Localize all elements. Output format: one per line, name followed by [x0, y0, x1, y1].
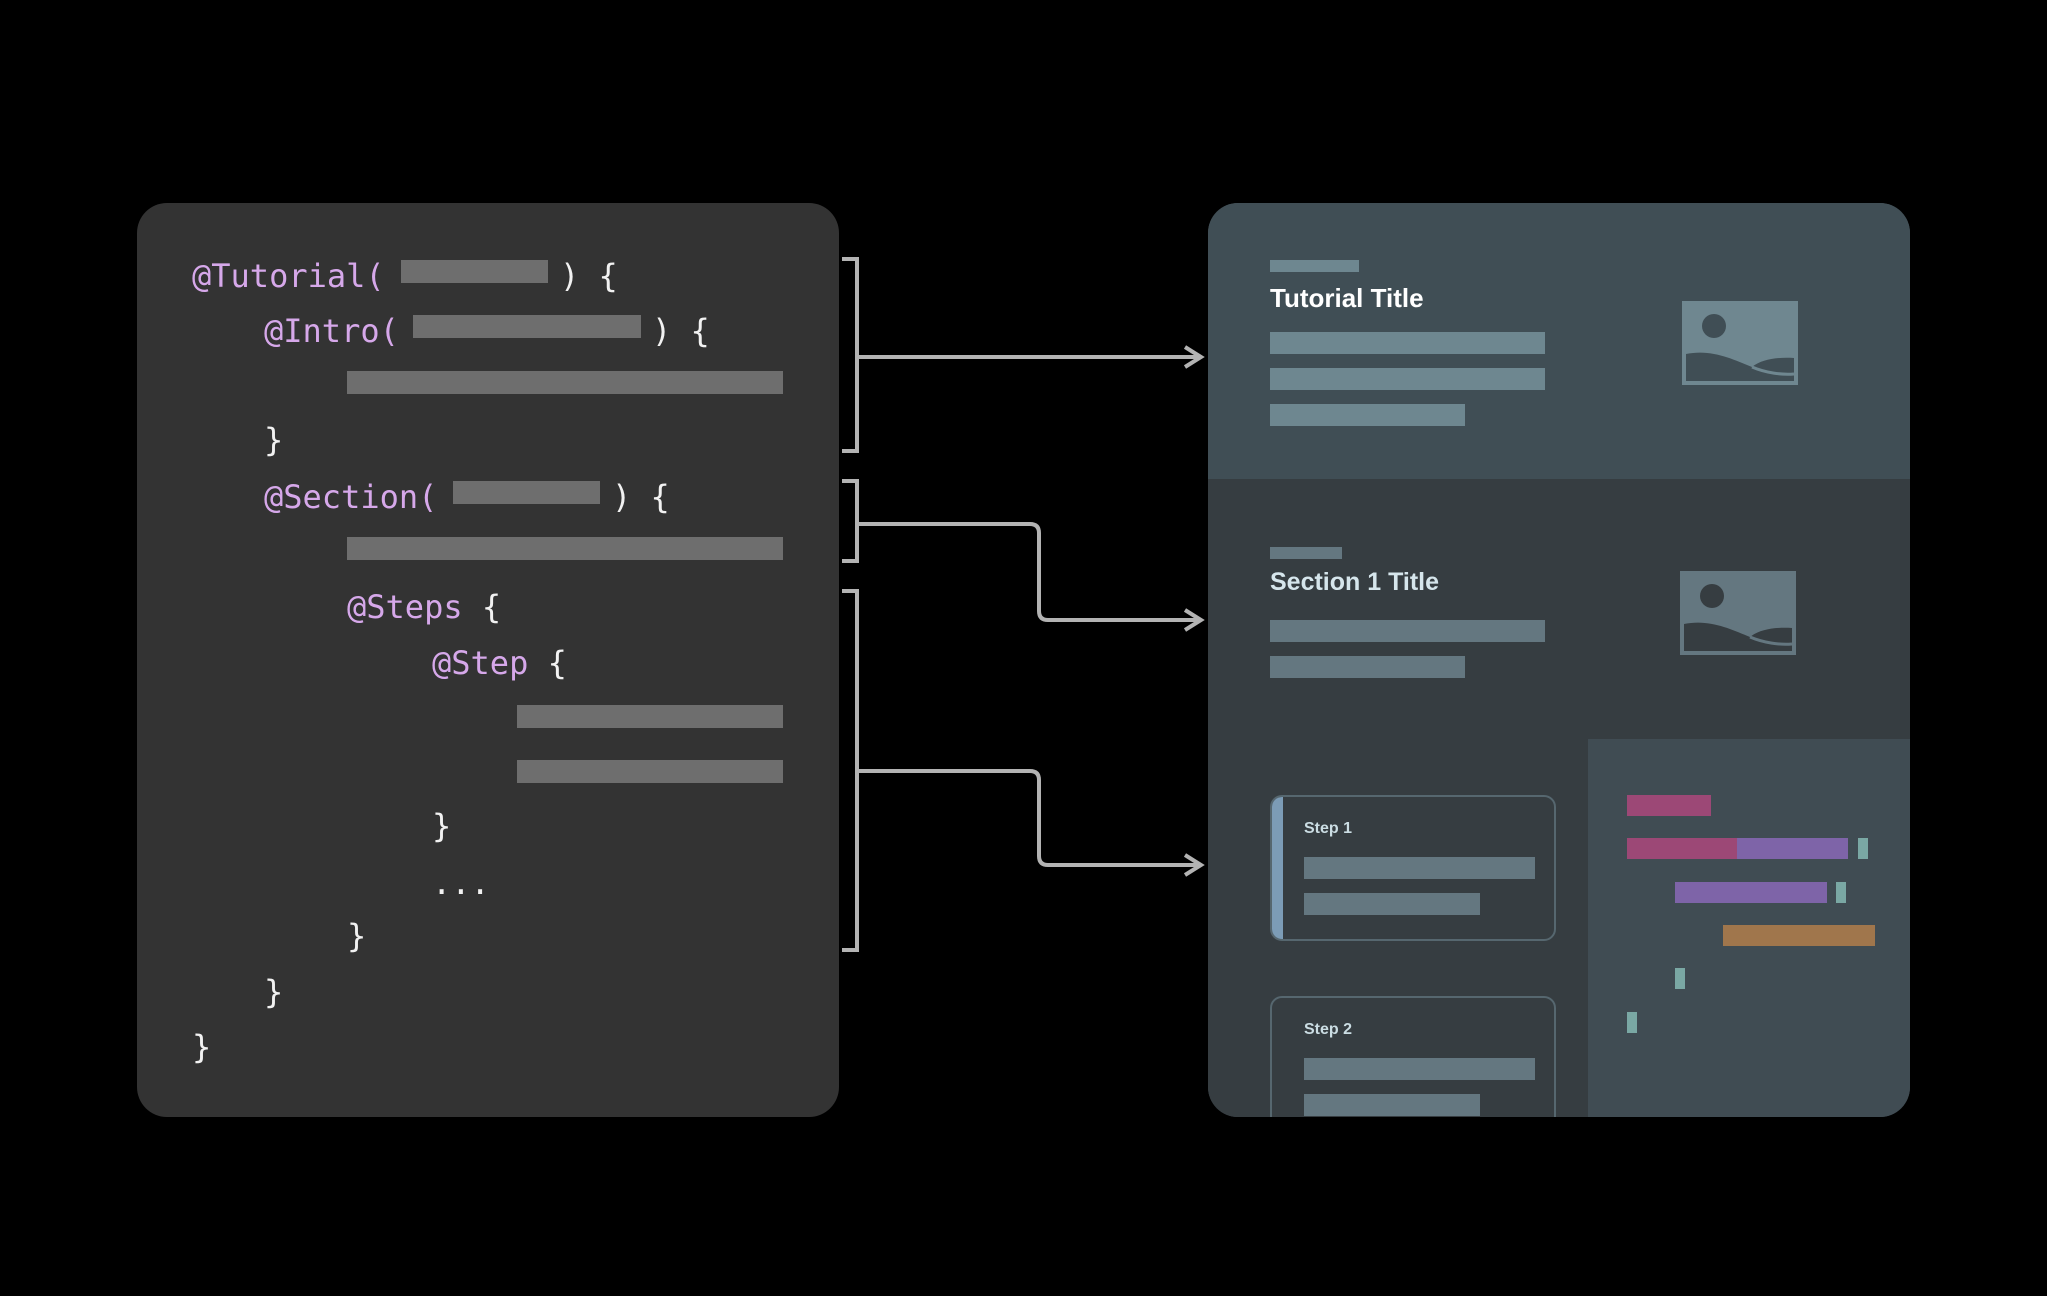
code-token-8 [1675, 968, 1685, 989]
intro-text-line-1 [1270, 332, 1545, 354]
section-title: Section 1 Title [1270, 568, 1440, 596]
code-preview-column [1588, 739, 1910, 1117]
step-1-text-line-1 [1304, 857, 1535, 879]
step-card-2[interactable]: Step 2 [1270, 996, 1556, 1117]
intro-text-line-2 [1270, 368, 1545, 390]
section-text-line-2 [1270, 656, 1465, 678]
rendered-tutorial-panel: Tutorial Title Section 1 Title Step 1 St… [1208, 203, 1910, 1117]
step-2-text-line-1 [1304, 1058, 1535, 1080]
code-token-1 [1627, 795, 1711, 816]
code-token-6 [1836, 882, 1846, 903]
intro-bracket [842, 257, 859, 453]
steps-column: Step 1 Step 2 [1208, 739, 1588, 1117]
step-1-text-line-2 [1304, 893, 1480, 915]
section-text-line-1 [1270, 620, 1545, 642]
image-placeholder-icon [1682, 301, 1798, 385]
code-token-4 [1858, 838, 1868, 859]
step-2-label: Step 2 [1304, 1021, 1353, 1038]
code-token-2 [1627, 838, 1737, 859]
active-step-indicator [1272, 797, 1283, 939]
section-eyebrow-placeholder [1270, 547, 1342, 559]
section-arrow-line [857, 522, 1198, 622]
step-2-text-line-2 [1304, 1094, 1480, 1116]
intro-eyebrow-placeholder [1270, 260, 1359, 272]
step-card-1[interactable]: Step 1 [1270, 795, 1556, 941]
step-1-label: Step 1 [1304, 820, 1353, 837]
code-token-5 [1675, 882, 1827, 903]
intro-section: Tutorial Title [1208, 203, 1910, 479]
steps-arrow-line [857, 769, 1198, 867]
tutorial-title: Tutorial Title [1270, 283, 1424, 313]
section-bracket [842, 479, 859, 563]
code-token-3 [1737, 838, 1848, 859]
intro-text-line-3 [1270, 404, 1465, 426]
code-token-9 [1627, 1012, 1637, 1033]
code-token-7 [1723, 925, 1875, 946]
image-placeholder-icon [1680, 571, 1796, 655]
steps-bracket [842, 589, 859, 952]
